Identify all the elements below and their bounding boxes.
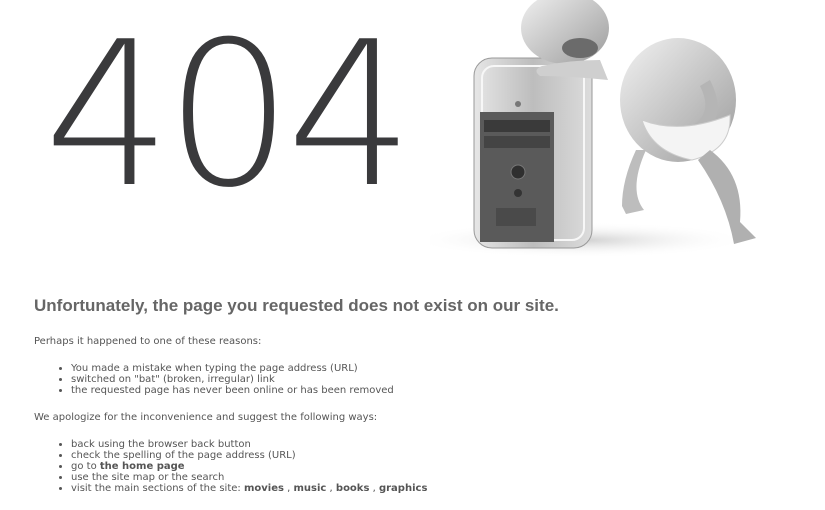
suggestions-list: back using the browser back button check… — [34, 439, 794, 494]
reasons-list: You made a mistake when typing the page … — [34, 363, 794, 396]
list-item-home: go to the home page — [71, 461, 794, 472]
movies-link[interactable]: movies — [244, 483, 284, 494]
list-item: check the spelling of the page address (… — [71, 450, 794, 461]
separator: , — [326, 483, 336, 494]
crying-baby-computer-photo — [430, 0, 756, 258]
reasons-intro: Perhaps it happened to one of these reas… — [34, 336, 262, 347]
home-page-link[interactable]: the home page — [100, 461, 185, 472]
separator: , — [283, 483, 294, 494]
graphics-link[interactable]: graphics — [379, 483, 427, 494]
books-link[interactable]: books — [336, 483, 370, 494]
list-item: the requested page has never been online… — [71, 385, 794, 396]
list-item: back using the browser back button — [71, 439, 794, 450]
suggestions-intro: We apologize for the inconvenience and s… — [34, 412, 378, 423]
hero-banner: 404 — [0, 0, 825, 280]
list-item: switched on "bat" (broken, irregular) li… — [71, 374, 794, 385]
error-message-section: Unfortunately, the page you requested do… — [34, 296, 794, 494]
page-heading: Unfortunately, the page you requested do… — [34, 296, 559, 315]
list-item: use the site map or the search — [71, 472, 794, 483]
separator: , — [369, 483, 379, 494]
music-link[interactable]: music — [294, 483, 327, 494]
error-code: 404 — [44, 0, 414, 232]
home-prefix: go to — [71, 461, 100, 472]
list-item: You made a mistake when typing the page … — [71, 363, 794, 374]
sections-prefix: visit the main sections of the site: — [71, 483, 244, 494]
list-item-sections: visit the main sections of the site: mov… — [71, 483, 794, 494]
